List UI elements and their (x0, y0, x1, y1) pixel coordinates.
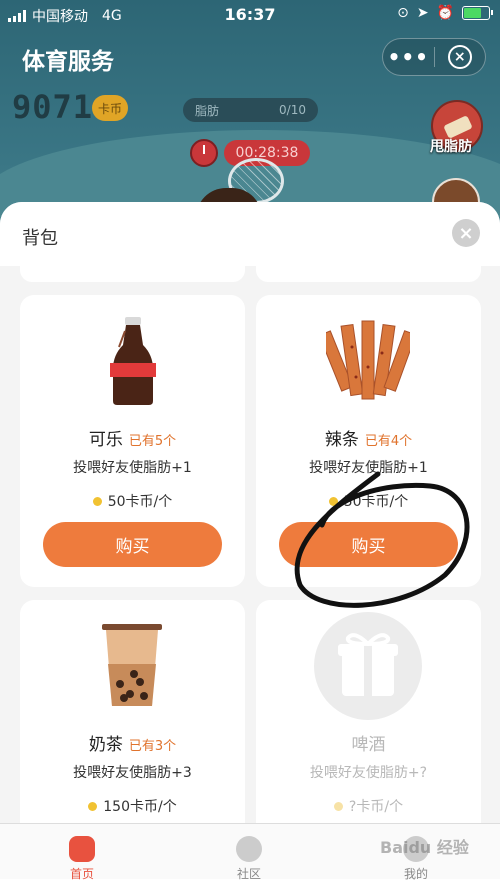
coin-icon (328, 496, 338, 506)
coin-icon (92, 496, 102, 506)
close-icon: × (447, 45, 472, 69)
item-effect: 投喂好友使脂肪+? (309, 765, 428, 781)
exit-button[interactable]: × (435, 45, 486, 69)
tab-home[interactable]: 首页 (32, 824, 132, 881)
chat-icon (236, 836, 262, 862)
backpack-sheet: 背包 × 可乐 已有5个 投喂好友使脂肪+1 50卡币/个 购买 辣条 已有4个… (0, 202, 500, 879)
item-price-label: ?卡币/个 (348, 799, 404, 815)
spicy-strips-icon (326, 320, 410, 400)
timer-icon (190, 139, 218, 167)
item-name: 啤酒 (351, 735, 386, 755)
watermark: Baidu 经验 (380, 838, 469, 857)
tab-community[interactable]: 社区 (199, 824, 299, 881)
item-owned: 已有5个 (128, 434, 177, 449)
coin-icon (88, 801, 98, 811)
item-name: 奶茶 (88, 735, 123, 755)
status-bar: 中国移动 4G 16:37 ⊙ ➤ ⏰ (0, 0, 500, 30)
game-background: 中国移动 4G 16:37 ⊙ ➤ ⏰ 体育服务 ••• × 9071 卡币 脂… (0, 0, 500, 230)
tab-label: 首页 (69, 867, 94, 881)
close-button[interactable]: × (452, 219, 480, 247)
fat-value: 0/10 (279, 103, 306, 117)
cola-bottle-icon (110, 317, 156, 405)
fat-label: 脂肪 (195, 103, 220, 118)
more-icon[interactable]: ••• (383, 47, 434, 67)
rotation-lock-icon: ⊙ (397, 5, 409, 21)
coin-icon (333, 801, 343, 811)
item-price-label: 50卡币/个 (343, 494, 409, 510)
alarm-icon: ⏰ (436, 5, 454, 21)
milk-tea-icon (102, 624, 162, 706)
buy-button[interactable]: 购买 (43, 522, 222, 567)
location-icon: ➤ (416, 5, 429, 21)
item-name: 辣条 (324, 430, 359, 450)
item-price-label: 150卡币/个 (103, 799, 177, 815)
item-owned: 已有4个 (364, 434, 413, 449)
item-card-spicy-strips: 辣条 已有4个 投喂好友使脂肪+1 50卡币/个 购买 (256, 295, 481, 587)
gift-box-icon (314, 612, 422, 720)
item-price: 50卡币/个 (20, 491, 245, 511)
item-owned: 已有3个 (128, 739, 177, 754)
item-card-cola: 可乐 已有5个 投喂好友使脂肪+1 50卡币/个 购买 (20, 295, 245, 587)
tab-label: 我的 (403, 867, 428, 881)
sheet-header: 背包 × (0, 202, 500, 266)
item-price: ?卡币/个 (256, 796, 481, 816)
buy-button[interactable]: 购买 (279, 522, 458, 567)
battery-icon (462, 6, 493, 20)
coin-count: 9071 (12, 88, 94, 126)
item-effect: 投喂好友使脂肪+1 (309, 460, 428, 476)
item-price: 50卡币/个 (256, 491, 481, 511)
home-icon (69, 836, 95, 862)
fat-progress: 脂肪 0/10 (183, 98, 318, 122)
item-price: 150卡币/个 (20, 796, 245, 816)
shake-fat-label[interactable]: 甩脂肪 (430, 136, 472, 156)
item-price-label: 50卡币/个 (107, 494, 173, 510)
item-name: 可乐 (88, 430, 123, 450)
mini-program-capsule: ••• × (382, 38, 486, 76)
item-effect: 投喂好友使脂肪+1 (73, 460, 192, 476)
coin-badge: 卡币 (92, 95, 128, 121)
sheet-title: 背包 (22, 228, 58, 249)
close-icon: × (458, 222, 474, 244)
tab-label: 社区 (236, 867, 261, 881)
page-title: 体育服务 (22, 49, 114, 75)
item-effect: 投喂好友使脂肪+3 (73, 765, 192, 781)
